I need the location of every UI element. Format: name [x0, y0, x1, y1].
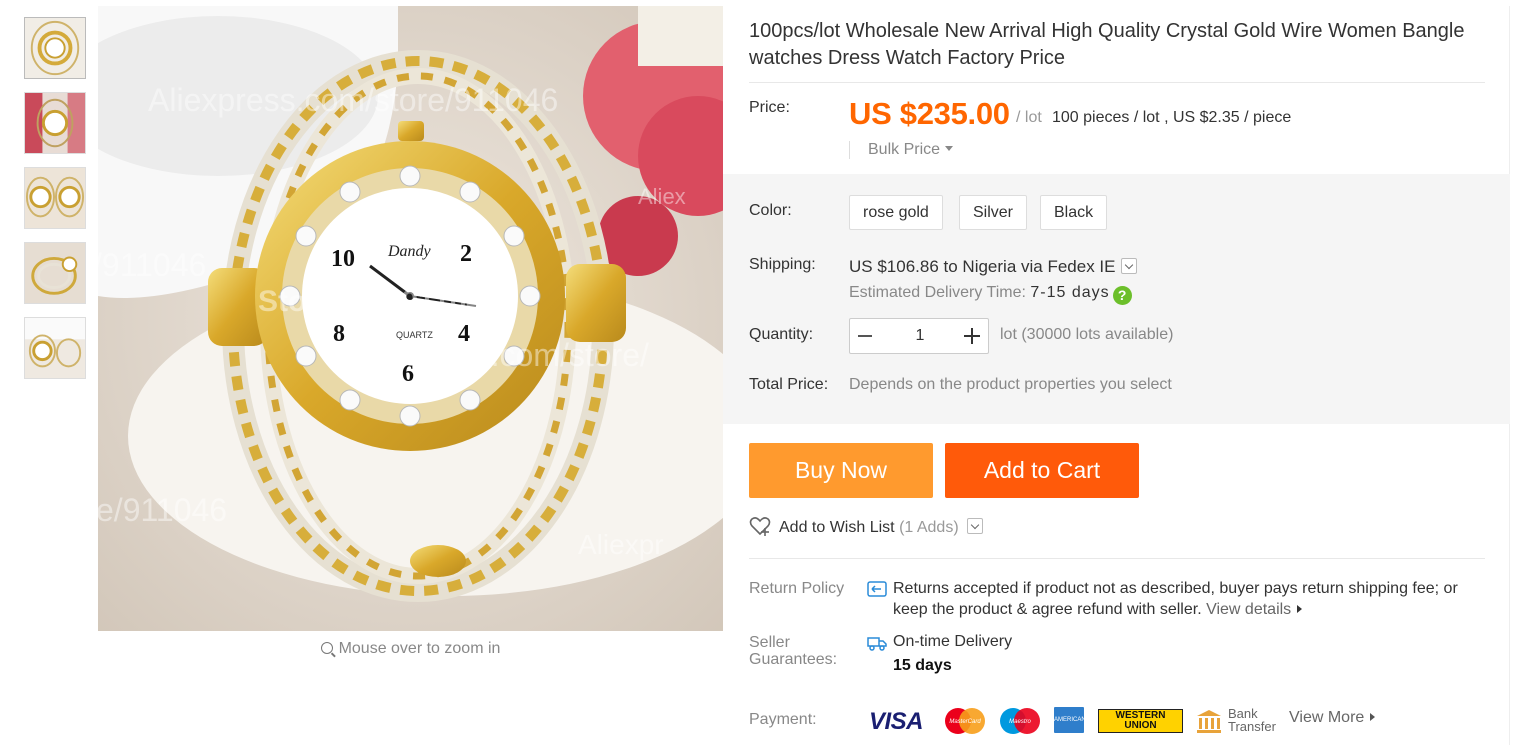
svg-text:Aliexpress.com/store/911046: Aliexpress.com/store/911046 — [148, 82, 558, 118]
bulk-price-dropdown[interactable]: Bulk Price — [849, 141, 954, 159]
visa-logo: VISA — [869, 708, 924, 735]
seller-guarantees-label: Seller Guarantees: — [749, 634, 838, 668]
product-title: 100pcs/lot Wholesale New Arrival High Qu… — [749, 20, 1465, 69]
svg-text:10: 10 — [331, 246, 355, 272]
svg-text:Aliex: Aliex — [638, 184, 686, 209]
on-time-delivery: On-time Delivery — [893, 633, 1013, 650]
thumbnail-2[interactable] — [24, 92, 86, 154]
western-union-logo: WESTERN UNION — [1098, 709, 1183, 733]
payment-label: Payment: — [749, 711, 817, 728]
price-label: Price: — [749, 99, 790, 116]
bank-icon — [1197, 710, 1221, 733]
add-to-wish-list[interactable]: Add to Wish List (1 Adds) — [749, 516, 983, 537]
color-option-black[interactable]: Black — [1040, 195, 1108, 230]
delivery-days: 15 days — [893, 657, 952, 674]
price-unit: / lot — [1016, 109, 1042, 126]
minus-icon[interactable] — [858, 335, 872, 337]
return-policy-text: Returns accepted if product not as descr… — [893, 580, 1458, 618]
help-icon[interactable]: ? — [1112, 286, 1132, 305]
svg-text:Maestro: Maestro — [1009, 719, 1031, 725]
heart-plus-icon — [749, 517, 771, 536]
quantity-label: Quantity: — [749, 326, 814, 343]
thumbnail-3[interactable] — [24, 167, 86, 229]
arrow-right-icon — [1297, 605, 1303, 613]
add-to-cart-button[interactable]: Add to Cart — [945, 443, 1139, 498]
thumbnail-5[interactable] — [24, 317, 86, 379]
thumbnail-list — [24, 17, 86, 392]
shipping-label: Shipping: — [749, 256, 816, 273]
shipping-method[interactable]: US $106.86 to Nigeria via Fedex IE — [849, 257, 1138, 277]
svg-text:Aliexpr: Aliexpr — [578, 529, 664, 560]
total-price-text: Depends on the product properties you se… — [849, 376, 1172, 393]
thumbnail-1[interactable] — [24, 17, 86, 79]
svg-text:2: 2 — [460, 241, 472, 267]
plus-icon[interactable] — [964, 328, 980, 344]
svg-text:Aliexpress.com/store/: Aliexpress.com/store/ — [343, 337, 649, 373]
color-option-rose-gold[interactable]: rose gold — [849, 195, 943, 230]
zoom-hint: Mouse over to zoom in — [98, 640, 723, 658]
thumbnail-4[interactable] — [24, 242, 86, 304]
quantity-input[interactable]: 1 — [900, 327, 940, 345]
buy-now-button[interactable]: Buy Now — [749, 443, 933, 498]
delivery-truck-icon — [867, 637, 887, 651]
view-details-link[interactable]: View details — [1206, 601, 1303, 618]
color-label: Color: — [749, 202, 792, 219]
return-icon — [867, 581, 887, 597]
shipping-dropdown-icon[interactable] — [1121, 258, 1138, 274]
svg-text:MasterCard: MasterCard — [949, 719, 981, 725]
maestro-logo: Maestro — [1000, 708, 1040, 734]
return-policy-label: Return Policy — [749, 580, 845, 597]
divider — [749, 82, 1485, 83]
view-more-payment-link[interactable]: View More — [1289, 709, 1376, 727]
svg-text:/911046: /911046 — [98, 247, 206, 283]
watch-photo: Dandy 10 2 8 4 6 QUARTZ Aliexpress.com/s… — [98, 6, 723, 631]
estimated-delivery: Estimated Delivery Time: 7-15 days? — [849, 284, 1132, 305]
amex-logo: AMERICAN EXPRESS — [1054, 707, 1086, 745]
price-amount: US $235.00 — [849, 96, 1010, 131]
svg-text:Dandy: Dandy — [387, 243, 432, 260]
price-per-piece: 100 pieces / lot , US $2.35 / piece — [1052, 109, 1292, 126]
quantity-available: lot (30000 lots available) — [1000, 326, 1174, 343]
bank-transfer-label: Bank Transfer — [1228, 706, 1276, 734]
magnifier-icon — [320, 642, 333, 654]
product-info-panel: 100pcs/lot Wholesale New Arrival High Qu… — [723, 6, 1510, 745]
arrow-right-icon — [1370, 713, 1376, 721]
divider — [749, 558, 1485, 559]
total-price-label: Total Price: — [749, 376, 829, 393]
wish-dropdown-icon[interactable] — [966, 518, 983, 534]
svg-text:Store No: 911046: Store No: 911046 — [258, 285, 500, 318]
color-option-silver[interactable]: Silver — [959, 195, 1028, 230]
main-product-image[interactable]: Dandy 10 2 8 4 6 QUARTZ Aliexpress.com/s… — [98, 6, 723, 631]
caret-down-icon — [945, 146, 954, 151]
quantity-stepper: 1 — [849, 318, 989, 354]
mastercard-logo: MasterCard — [945, 708, 985, 734]
svg-text:e/911046: e/911046 — [98, 492, 227, 528]
